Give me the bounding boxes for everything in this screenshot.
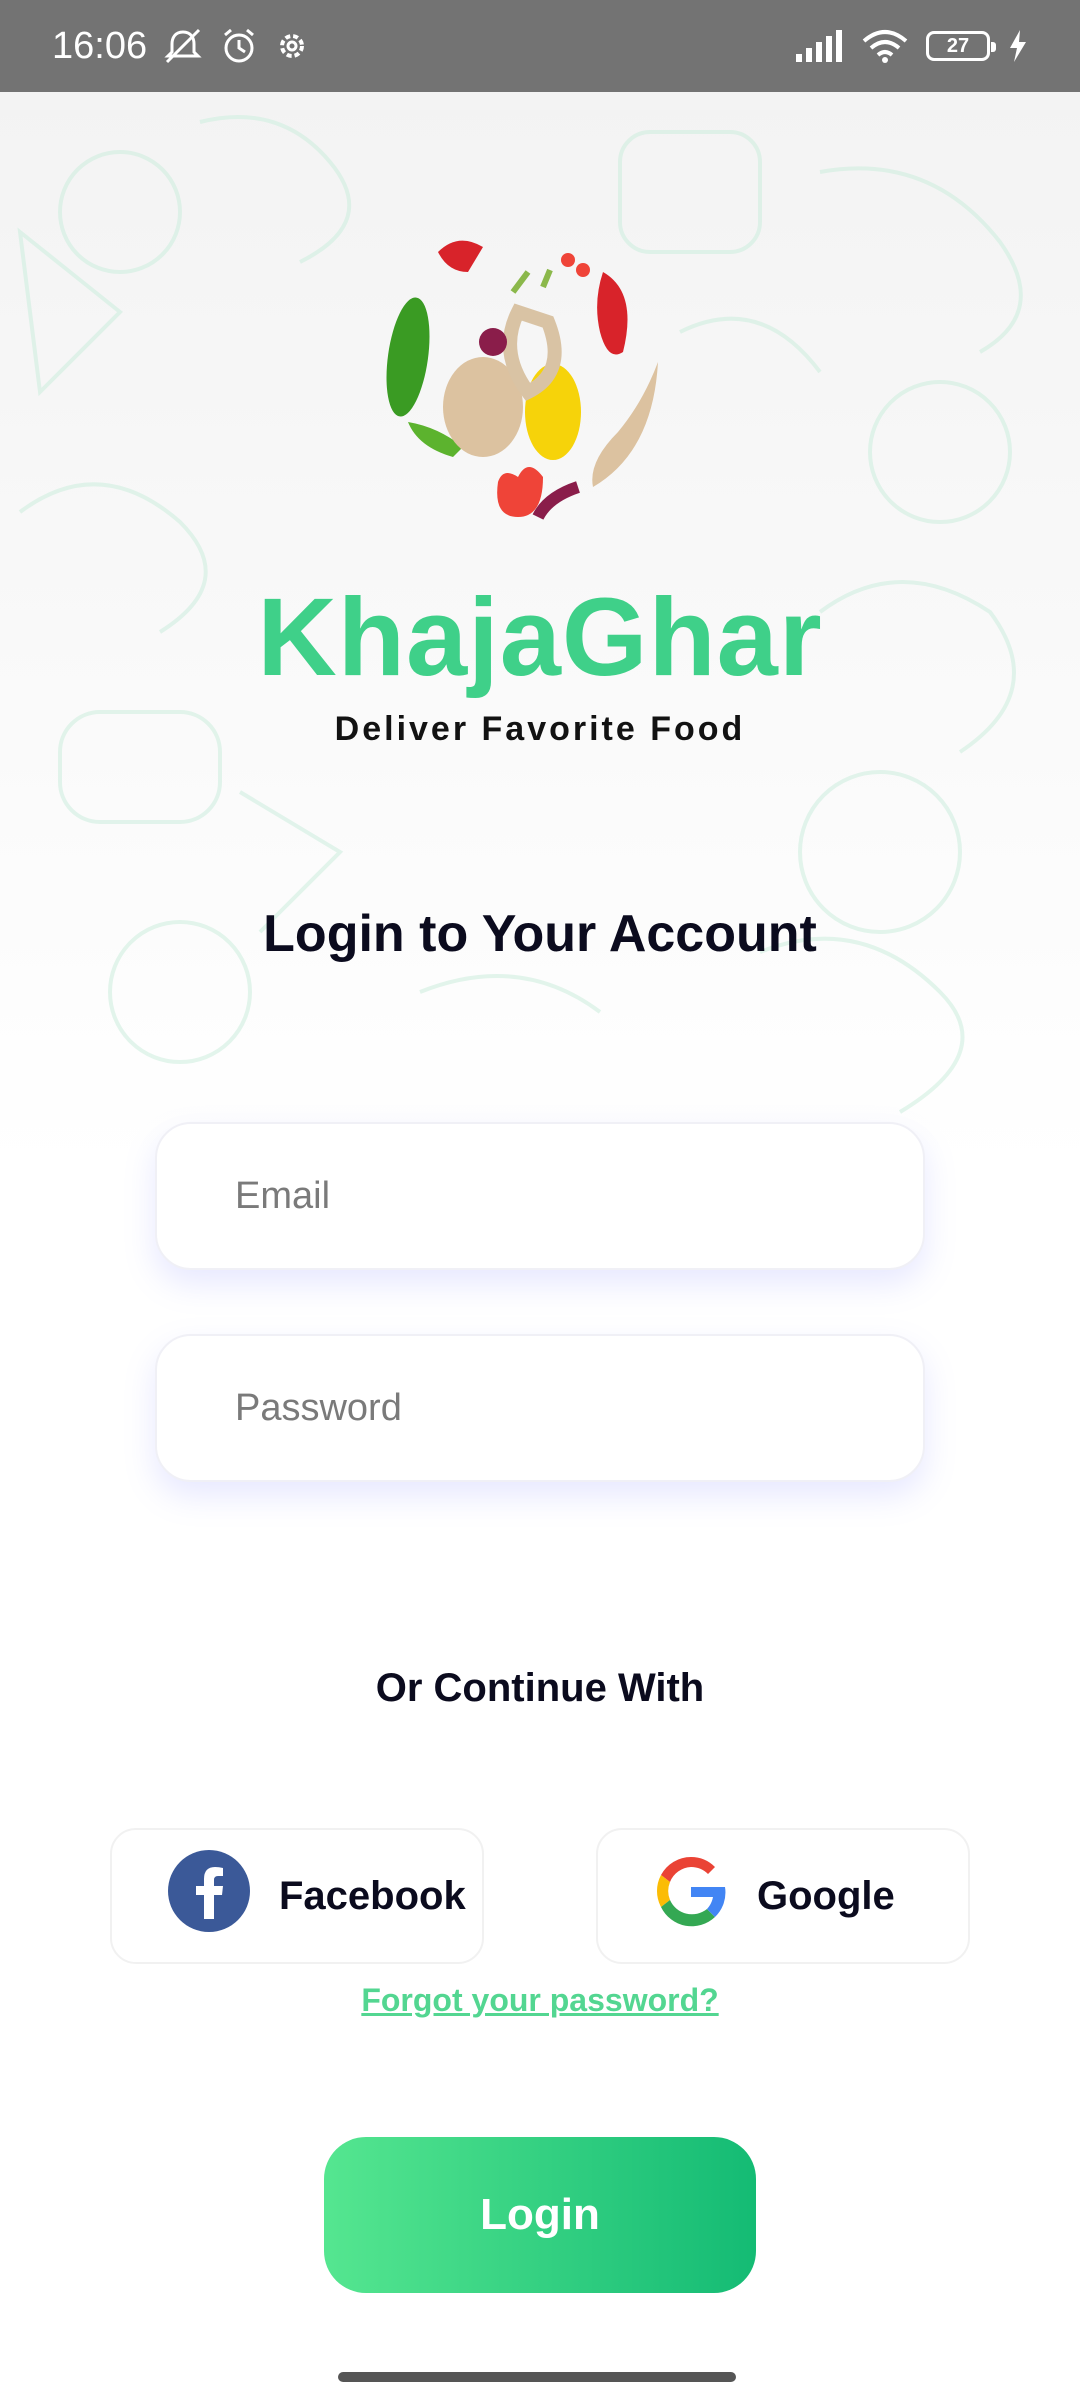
email-field[interactable] xyxy=(157,1124,923,1268)
forgot-password-link[interactable]: Forgot your password? xyxy=(0,1982,1080,2019)
login-button[interactable]: Login xyxy=(324,2137,756,2293)
signal-icon xyxy=(796,30,844,62)
home-indicator[interactable] xyxy=(338,2372,736,2382)
or-continue-label: Or Continue With xyxy=(375,1666,705,1710)
facebook-icon xyxy=(167,1849,251,1943)
app-tagline: Deliver Favorite Food xyxy=(334,710,746,748)
password-field-container xyxy=(155,1334,925,1482)
food-bowl-logo xyxy=(378,232,678,532)
password-field[interactable] xyxy=(157,1336,923,1480)
alarm-icon xyxy=(219,26,259,66)
email-field-container xyxy=(155,1122,925,1270)
app-name: KhajaGhar xyxy=(257,576,823,699)
google-label: Google xyxy=(757,1873,895,1918)
google-icon xyxy=(653,1853,729,1939)
status-bar: 16:06 27 xyxy=(0,0,1080,92)
status-time: 16:06 xyxy=(52,24,148,67)
login-screen: KhajaGhar Deliver Favorite Food Login to… xyxy=(0,92,1080,2354)
facebook-button[interactable]: Facebook xyxy=(110,1828,484,1964)
settings-icon xyxy=(273,27,311,65)
battery-level: 27 xyxy=(946,34,970,57)
wifi-icon xyxy=(862,29,908,63)
page-title: Login to Your Account xyxy=(263,905,817,963)
facebook-label: Facebook xyxy=(279,1873,466,1918)
google-button[interactable]: Google xyxy=(596,1828,970,1964)
mute-icon xyxy=(161,26,205,66)
charging-icon xyxy=(1008,30,1028,62)
battery-icon: 27 xyxy=(926,31,996,61)
